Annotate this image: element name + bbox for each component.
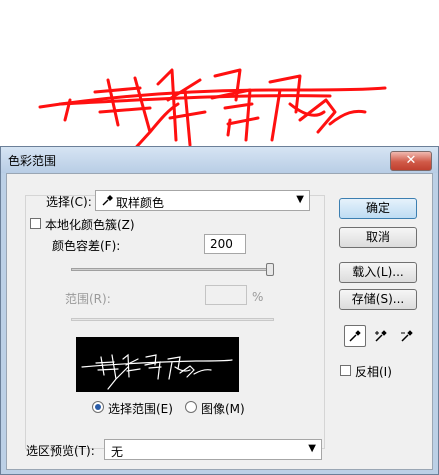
selection-preview-dropdown[interactable]: 无 ▼ bbox=[104, 439, 322, 460]
eyedropper-icon bbox=[349, 330, 361, 342]
fuzziness-slider-track[interactable] bbox=[71, 268, 274, 271]
view-selection-radio[interactable] bbox=[92, 401, 104, 413]
range-unit: % bbox=[252, 290, 264, 304]
preview-mask-image bbox=[81, 353, 233, 390]
range-input[interactable] bbox=[205, 285, 247, 305]
range-label: 范围(R): bbox=[65, 292, 111, 306]
fuzziness-label: 颜色容差(F): bbox=[52, 239, 121, 253]
localized-clusters-label: 本地化颜色簇(Z) bbox=[45, 218, 135, 232]
invert-label: 反相(I) bbox=[355, 365, 392, 379]
range-slider-track[interactable] bbox=[71, 318, 274, 321]
chevron-down-icon: ▼ bbox=[308, 443, 316, 454]
eyedropper-plus-icon bbox=[375, 330, 387, 342]
close-button[interactable]: ✕ bbox=[390, 151, 432, 171]
cancel-button[interactable]: 取消 bbox=[339, 227, 417, 248]
dialog-body: 选择(C): 取样颜色 ▼ 本地化颜色簇(Z) 颜色容差(F): 200 范围(… bbox=[6, 173, 433, 470]
chevron-down-icon: ▼ bbox=[296, 194, 304, 205]
close-icon: ✕ bbox=[405, 153, 417, 168]
selection-preview-label: 选区预览(T): bbox=[26, 444, 95, 458]
view-image-label: 图像(M) bbox=[201, 402, 245, 416]
view-image-radio[interactable] bbox=[185, 401, 197, 413]
fuzziness-input[interactable]: 200 bbox=[204, 234, 246, 254]
load-button[interactable]: 载入(L)... bbox=[339, 262, 417, 283]
save-button[interactable]: 存储(S)... bbox=[339, 289, 417, 310]
add-to-sample-tool[interactable] bbox=[370, 325, 392, 347]
view-selection-label: 选择范围(E) bbox=[108, 402, 173, 416]
fuzziness-value: 200 bbox=[210, 237, 233, 251]
invert-checkbox[interactable] bbox=[340, 365, 351, 376]
color-range-dialog: 色彩范围 ✕ 选择(C): 取样颜色 ▼ 本地化颜色簇(Z) 颜色容差(F): … bbox=[0, 146, 439, 475]
eyedropper-tool[interactable] bbox=[344, 325, 366, 347]
eyedropper-minus-icon bbox=[401, 330, 413, 342]
eyedropper-icon bbox=[102, 195, 113, 206]
selection-preview-thumbnail bbox=[76, 337, 239, 392]
ok-button[interactable]: 确定 bbox=[339, 198, 417, 219]
localized-clusters-checkbox[interactable] bbox=[30, 218, 41, 229]
select-label: 选择(C): bbox=[46, 195, 92, 209]
subtract-from-sample-tool[interactable] bbox=[396, 325, 418, 347]
dialog-titlebar[interactable]: 色彩范围 ✕ bbox=[1, 147, 438, 173]
dialog-title: 色彩范围 bbox=[8, 154, 57, 168]
options-group bbox=[25, 195, 325, 449]
fuzziness-slider-thumb[interactable] bbox=[266, 263, 274, 276]
selection-preview-value: 无 bbox=[111, 445, 124, 459]
select-dropdown[interactable]: 取样颜色 ▼ bbox=[95, 190, 310, 211]
select-value: 取样颜色 bbox=[116, 196, 165, 210]
